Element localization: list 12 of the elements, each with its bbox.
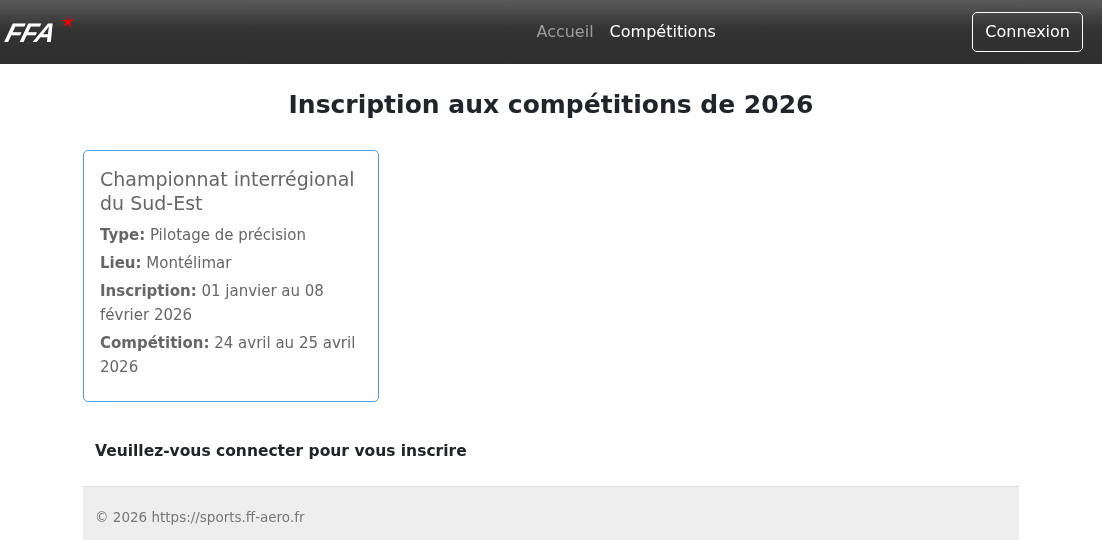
nav-link[interactable]: Accueil [536, 20, 594, 44]
login-button[interactable]: Connexion [972, 12, 1083, 52]
competition-detail: Inscription: 01 janvier au 08 février 2026 [100, 281, 325, 327]
competition-detail: Compétition: 24 avril au 25 avril 2026 [100, 333, 357, 379]
competition-detail: Type: Pilotage de précision [100, 225, 307, 247]
login-notice: Veuillez-vous connecter pour vous inscrire [95, 441, 468, 463]
footer-text: © 2026 https://sports.ff-aero.fr [95, 508, 305, 525]
nav-link[interactable]: Compétitions [609, 20, 716, 44]
logo[interactable]: FFA [2, 20, 58, 47]
competition-title: Championnat interrégional du Sud-Est [100, 167, 356, 216]
competition-detail: Lieu: Montélimar [100, 253, 233, 275]
page-title: Inscription aux compétitions de 2026 [287, 90, 815, 120]
